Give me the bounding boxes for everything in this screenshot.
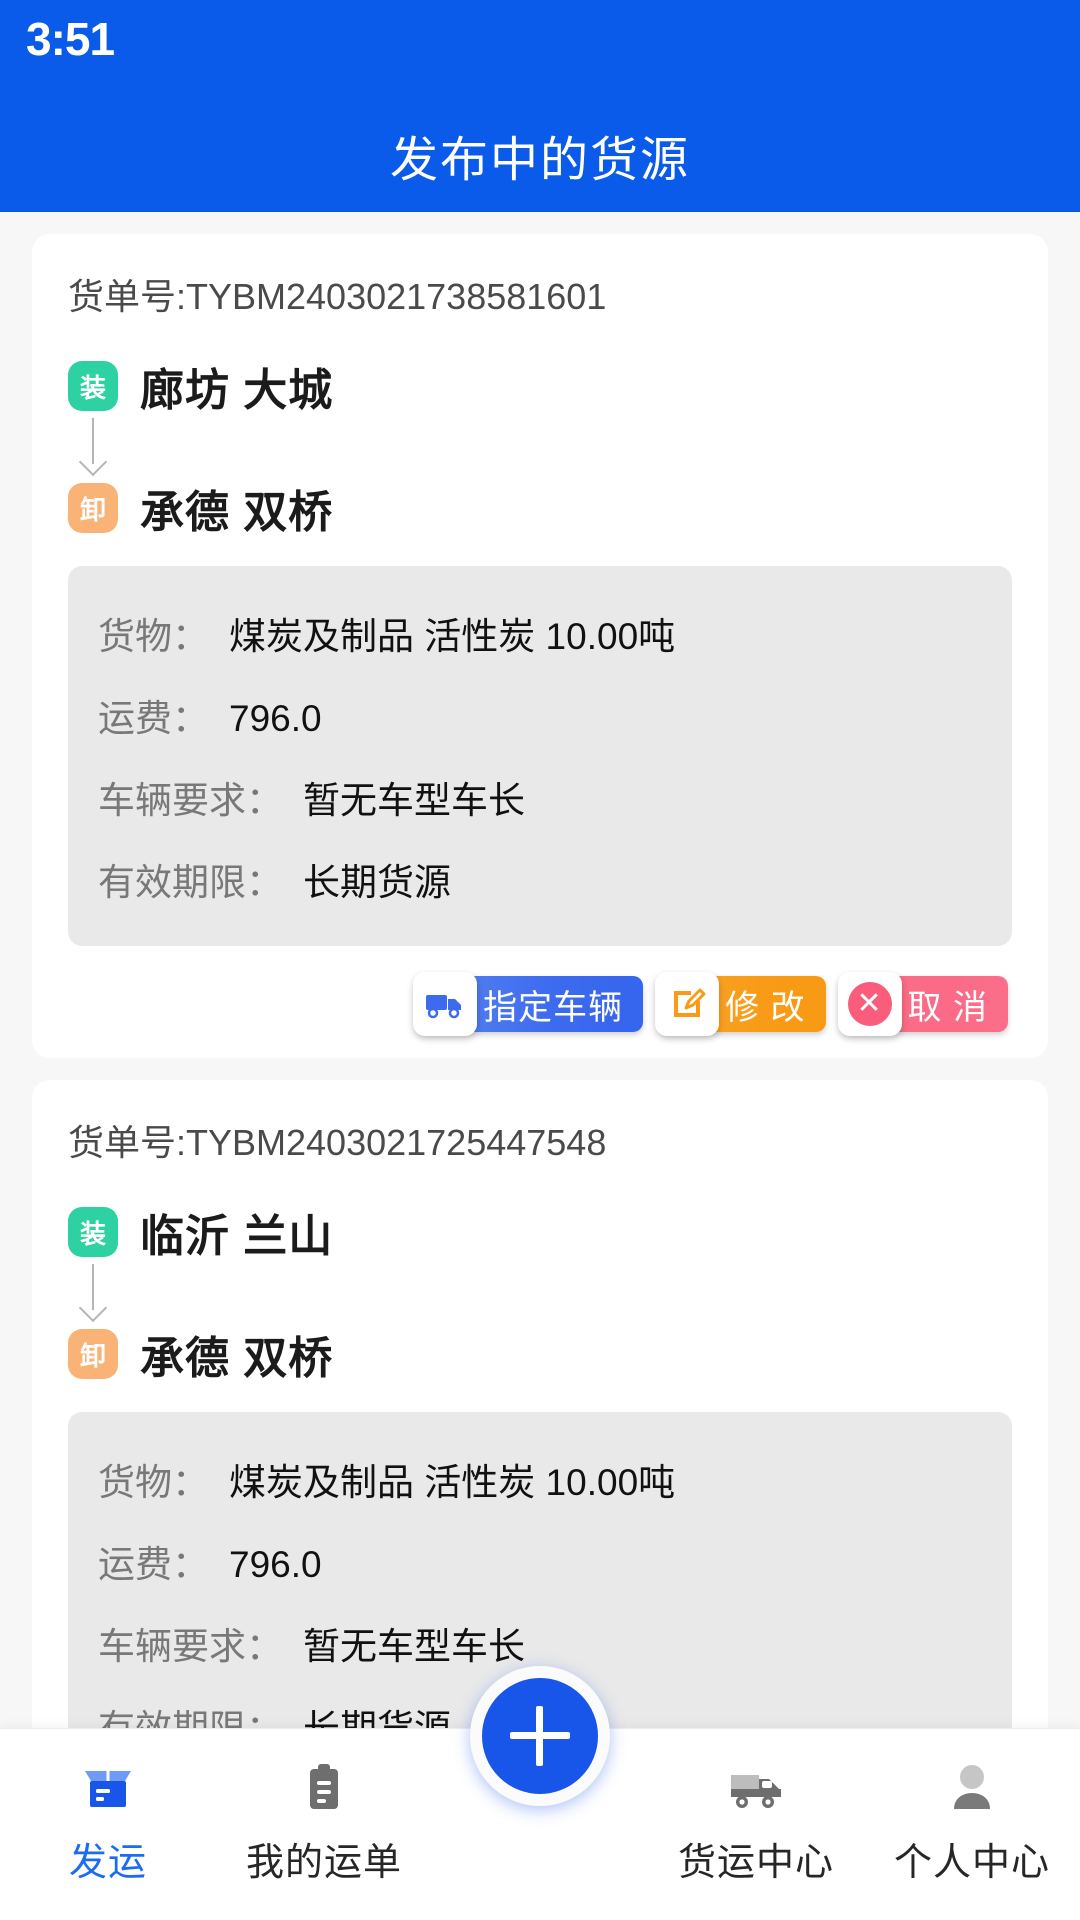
edit-label: 修 改 xyxy=(725,988,806,1027)
load-place: 临沂 兰山 xyxy=(140,1212,334,1261)
unload-place: 承德 双桥 xyxy=(140,488,334,537)
detail-value: 796.0 xyxy=(229,698,322,739)
detail-value: 煤炭及制品 活性炭 10.00吨 xyxy=(229,616,676,657)
nav-item-freight-center[interactable]: 货运中心 xyxy=(648,1729,864,1886)
detail-label: 车辆要求： xyxy=(98,1626,283,1667)
order-number: 货单号:TYBM2403021725447548 xyxy=(68,1122,607,1163)
nav-label: 我的运单 xyxy=(245,1842,402,1884)
route-arrow-icon xyxy=(68,418,1012,477)
order-number: 货单号:TYBM2403021738581601 xyxy=(68,276,607,317)
detail-row: 运费： 796.0 xyxy=(98,1520,982,1602)
load-row: 装 临沂 兰山 xyxy=(68,1200,1012,1264)
detail-label: 运费： xyxy=(98,1544,209,1585)
load-place: 廊坊 大城 xyxy=(140,366,334,415)
clipboard-icon xyxy=(293,1753,355,1823)
nav-item-my-orders[interactable]: 我的运单 xyxy=(216,1729,432,1886)
nav-label: 货运中心 xyxy=(677,1842,834,1884)
detail-value: 暂无车型车长 xyxy=(303,1626,525,1667)
route-arrow-icon xyxy=(68,1264,1012,1323)
nav-item-shipping[interactable]: 发运 xyxy=(0,1729,216,1886)
detail-row: 货物： 煤炭及制品 活性炭 10.00吨 xyxy=(98,592,982,674)
truck-icon xyxy=(413,972,478,1036)
edit-icon xyxy=(655,972,720,1036)
cargo-detail-panel: 货物： 煤炭及制品 活性炭 10.00吨 运费： 796.0 车辆要求： 暂无车… xyxy=(68,566,1012,946)
cargo-list-scroll[interactable]: 货单号:TYBM2403021738581601 装 廊坊 大城 卸 承德 双桥… xyxy=(0,212,1080,1920)
cancel-button[interactable]: ✕ 取 消 xyxy=(837,972,1008,1036)
person-icon xyxy=(941,1753,1003,1823)
edit-button[interactable]: 修 改 xyxy=(655,972,826,1036)
app-root: 3:51 发布中的货源 货单号:TYBM2403021738581601 装 廊… xyxy=(0,0,1080,1920)
detail-row: 有效期限： 长期货源 xyxy=(98,838,982,920)
unload-row: 卸 承德 双桥 xyxy=(68,1322,1012,1386)
cargo-card[interactable]: 货单号:TYBM2403021738581601 装 廊坊 大城 卸 承德 双桥… xyxy=(32,234,1048,1058)
card-actions: 指定车辆 修 改 ✕ 取 消 xyxy=(68,972,1012,1036)
route-block: 装 廊坊 大城 卸 承德 双桥 xyxy=(68,354,1012,540)
unload-place: 承德 双桥 xyxy=(140,1334,334,1383)
assign-vehicle-label: 指定车辆 xyxy=(483,988,624,1027)
detail-value: 长期货源 xyxy=(303,862,451,903)
page-title: 发布中的货源 xyxy=(389,134,690,187)
plus-icon xyxy=(510,1706,570,1766)
detail-row: 货物： 煤炭及制品 活性炭 10.00吨 xyxy=(98,1438,982,1520)
route-block: 装 临沂 兰山 卸 承德 双桥 xyxy=(68,1200,1012,1386)
load-badge-icon: 装 xyxy=(68,1207,118,1257)
app-header: 3:51 发布中的货源 xyxy=(0,0,1080,212)
unload-badge-icon: 卸 xyxy=(68,1329,118,1379)
unload-row: 卸 承德 双桥 xyxy=(68,476,1012,540)
add-cargo-fab-button[interactable] xyxy=(470,1666,610,1806)
nav-label: 个人中心 xyxy=(893,1842,1050,1884)
nav-label: 发运 xyxy=(68,1842,147,1884)
detail-value: 暂无车型车长 xyxy=(303,780,525,821)
detail-label: 有效期限： xyxy=(98,862,283,903)
detail-row: 车辆要求： 暂无车型车长 xyxy=(98,756,982,838)
status-bar-time: 3:51 xyxy=(26,13,115,65)
close-circle-icon: ✕ xyxy=(837,972,902,1036)
load-badge-icon: 装 xyxy=(68,361,118,411)
load-row: 装 廊坊 大城 xyxy=(68,354,1012,418)
detail-value: 煤炭及制品 活性炭 10.00吨 xyxy=(229,1462,676,1503)
detail-label: 车辆要求： xyxy=(98,780,283,821)
box-icon xyxy=(77,1753,139,1823)
detail-value: 796.0 xyxy=(229,1544,322,1585)
cancel-label: 取 消 xyxy=(907,988,988,1027)
detail-label: 运费： xyxy=(98,698,209,739)
detail-row: 运费： 796.0 xyxy=(98,674,982,756)
detail-label: 货物： xyxy=(98,1462,209,1503)
unload-badge-icon: 卸 xyxy=(68,483,118,533)
truck-icon xyxy=(725,1753,787,1823)
detail-label: 货物： xyxy=(98,616,209,657)
nav-item-profile[interactable]: 个人中心 xyxy=(864,1729,1080,1886)
assign-vehicle-button[interactable]: 指定车辆 xyxy=(413,972,644,1036)
